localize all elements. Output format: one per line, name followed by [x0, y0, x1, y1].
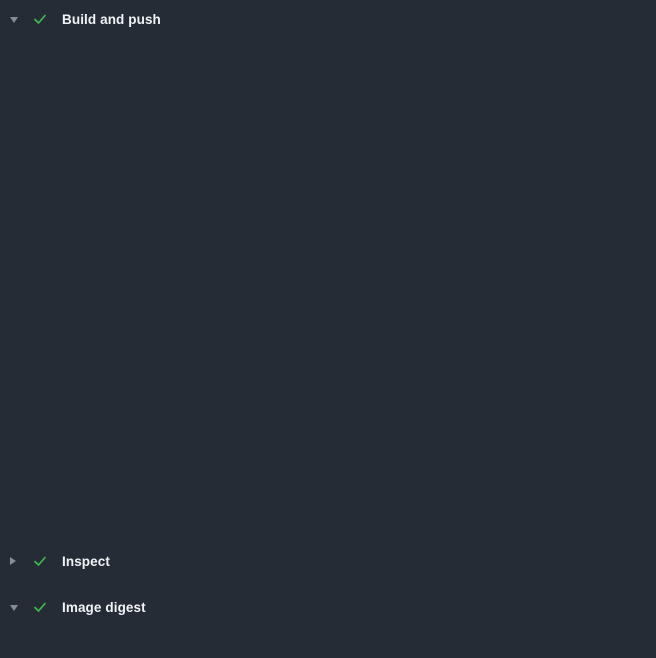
log-line: 23 #1 transferring context: 2B 0.0s done	[0, 215, 656, 233]
log-line: 16 🏃Starting build...	[0, 93, 656, 111]
log-line: 14 📌Using builder instance builder-singl…	[0, 58, 656, 76]
log-lines: 1 Run echo sha256:e7ff8834a5963a2785c5a0…	[0, 622, 656, 658]
log-line: 35 #4 unpacking docker.io/library/alpine…	[0, 425, 656, 443]
log-line: 34 #4 sha256:185518070891758909c9f839cf4…	[0, 408, 656, 426]
log-line: 21	[0, 180, 656, 198]
log-line: 25	[0, 250, 656, 268]
log-line: 27 #3 DONE 0.4s	[0, 285, 656, 303]
log-section-inspect: Inspect	[0, 542, 656, 576]
log-line: 19 #2 transferring dockerfile: 74B 0.0s …	[0, 145, 656, 163]
section-title: Build and push	[62, 12, 161, 27]
section-title: Inspect	[62, 554, 110, 569]
log-line: 32 #4 sha256:df20fa9351a15782c64e6dddb2d…	[0, 373, 656, 391]
log-line: 26 #3 [internal] load metadata for docke…	[0, 268, 656, 286]
log-line: 22 #1 [internal] load .dockerignore	[0, 198, 656, 216]
log-line: 29 #4 [1/2] FROM docker.io/library/alpin…	[0, 320, 656, 338]
section-title: Image digest	[62, 600, 146, 615]
section-header-build-and-push[interactable]: Build and push	[0, 4, 656, 34]
chevron-down-icon	[10, 598, 20, 616]
log-line: 39 #5 [2/2] RUN echo "Hello world!"	[0, 495, 656, 513]
log-line: 18 #2 [internal] load build definition f…	[0, 128, 656, 146]
log-section-build-and-push: Build and push 1 Run ./ 14 📌Using builde…	[0, 0, 656, 542]
log-line: 15 /usr/bin/docker buildx use --builder …	[0, 75, 656, 93]
log-section-image-digest: Image digest 1 Run echo sha256:e7ff8834a…	[0, 576, 656, 658]
chevron-down-icon	[10, 10, 20, 28]
log-line: 33 #4 sha256:a24bb4013296f61e89ba57005a7…	[0, 390, 656, 408]
log-line: 36 #4 unpacking docker.io/library/alpine…	[0, 443, 656, 461]
log-line: 20 #2 DONE 0.0s	[0, 163, 656, 181]
log-line: 1 Run echo sha256:e7ff8834a5963a2785c5a0…	[0, 628, 656, 646]
log-line: 31 #4 sha256:a15790640a6690aa1730c38cf0a…	[0, 355, 656, 373]
success-check-icon	[32, 553, 48, 569]
log-line: 24 #1 DONE 0.0s	[0, 233, 656, 251]
actions-log-viewer: Build and push 1 Run ./ 14 📌Using builde…	[0, 0, 656, 658]
log-line: 30 #4 resolve docker.io/library/alpine@s…	[0, 338, 656, 356]
log-line: 28	[0, 303, 656, 321]
success-check-icon	[32, 11, 48, 27]
log-lines: 1 Run ./ 14 📌Using builder instance buil…	[0, 34, 656, 542]
section-header-inspect[interactable]: Inspect	[0, 546, 656, 576]
log-line: 40 #5 0.060 Hello world!	[0, 513, 656, 531]
log-line: 38	[0, 478, 656, 496]
log-line: 17 /usr/bin/docker buildx build --tag lo…	[0, 110, 656, 128]
chevron-right-icon	[10, 552, 20, 570]
success-check-icon	[32, 599, 48, 615]
section-header-image-digest[interactable]: Image digest	[0, 592, 656, 622]
log-line: 1 Run ./	[0, 40, 656, 58]
log-line: 4 sha256:e7ff8834a5963a2785c5a0811e979d1…	[0, 646, 656, 658]
log-line: 37 #4 DONE 0.4s	[0, 460, 656, 478]
